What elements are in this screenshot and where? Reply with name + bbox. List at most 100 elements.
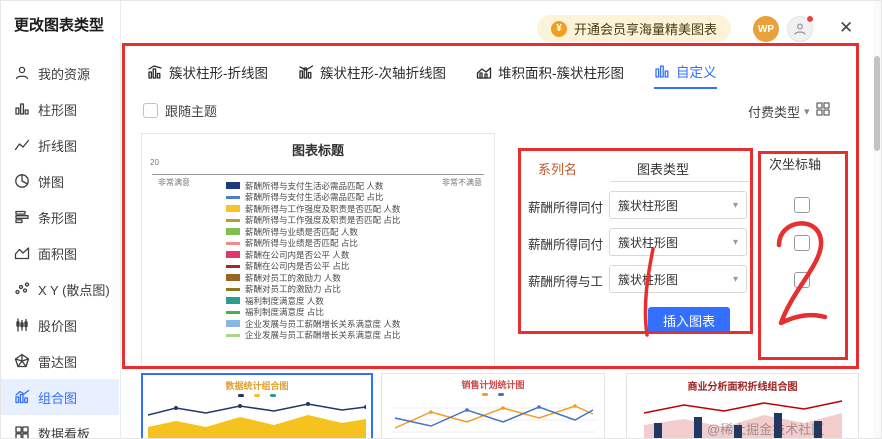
- chart-title: 图表标题: [291, 143, 344, 158]
- chart-preview-card: 图表标题 20 非常满意 非常不满意 薪酬所得与支付生活必需品匹配 人数 薪酬所…: [141, 133, 495, 367]
- sidebar-item-label: 我的资源: [38, 66, 91, 82]
- user-icon: [14, 65, 30, 81]
- chevron-down-icon: ▾: [804, 106, 810, 118]
- thumbnail-legend-dots: [143, 394, 371, 397]
- chart-type-select[interactable]: 簇状柱形图 ▾: [609, 191, 747, 219]
- radar-chart-icon: [14, 353, 30, 369]
- legend-marker: [226, 333, 240, 337]
- legend-item: 薪酬所得与业绩是否匹配 人数: [226, 226, 476, 238]
- legend-marker: [226, 218, 240, 222]
- sidebar-item-area-chart[interactable]: 面积图: [1, 235, 119, 271]
- chart-type-select[interactable]: 簇状柱形图 ▾: [609, 265, 747, 293]
- scrollbar-thumb[interactable]: [874, 56, 880, 151]
- secondary-axis-checkbox[interactable]: [794, 272, 810, 288]
- thumbnail-chart: [148, 402, 366, 438]
- sidebar-item-label: 条形图: [38, 210, 78, 226]
- sidebar-item-label: 柱形图: [38, 102, 78, 118]
- sidebar-item-line-chart[interactable]: 折线图: [1, 127, 119, 163]
- legend-marker: [226, 320, 240, 328]
- bar-chart-icon: [14, 209, 30, 225]
- legend-marker: [226, 205, 240, 213]
- legend-item: 薪酬在公司内是否公平 占比: [226, 261, 476, 273]
- sidebar-item-combo-chart[interactable]: 组合图: [1, 379, 119, 415]
- sidebar-item-radar-chart[interactable]: 雷达图: [1, 343, 119, 379]
- series-name: 薪酬所得与工: [528, 275, 604, 289]
- legend-item: 福利制度满意度 占比: [226, 307, 476, 319]
- sidebar-item-column-chart[interactable]: 柱形图: [1, 91, 119, 127]
- membership-banner[interactable]: ¥ 开通会员享海量精美图表: [537, 15, 732, 42]
- tab-label: 堆积面积-簇状柱形图: [498, 66, 624, 81]
- chart-type-select[interactable]: 簇状柱形图 ▾: [609, 228, 747, 256]
- chart-type-tabs: 簇状柱形-折线图 簇状柱形-次轴折线图 堆积面积-簇状柱形图 自定义: [147, 55, 717, 89]
- template-thumbnail-combo-area[interactable]: 数据统计组合图: [141, 373, 373, 438]
- tab-label: 自定义: [676, 65, 717, 80]
- sidebar-item-dashboard[interactable]: 数据看板: [1, 415, 119, 438]
- thumbnail-title: 销售计划统计图: [461, 380, 525, 390]
- legend-item: 薪酬对员工的激励力 占比: [226, 284, 476, 296]
- legend-item: 薪酬所得与支付生活必需品匹配 占比: [226, 192, 476, 204]
- chevron-down-icon: ▾: [732, 199, 738, 211]
- tab-label: 簇状柱形-次轴折线图: [320, 66, 446, 81]
- legend-marker: [226, 182, 240, 190]
- column-chart-icon: [14, 101, 30, 117]
- secondary-axis-checkbox[interactable]: [794, 235, 810, 251]
- series-name-column-header: 系列名: [538, 162, 578, 177]
- legend-marker: [226, 287, 240, 291]
- legend-marker: [226, 264, 240, 268]
- pay-type-dropdown[interactable]: 付费类型 ▾: [748, 102, 810, 121]
- grid-view-icon[interactable]: [815, 101, 831, 117]
- legend-marker: [226, 310, 240, 314]
- thumbnail-legend-dots: [382, 393, 604, 396]
- insert-chart-button[interactable]: 插入图表: [648, 307, 730, 334]
- sidebar-item-pie-chart[interactable]: 饼图: [1, 163, 119, 199]
- avatar-initials: WP: [757, 23, 775, 35]
- chart-legend: 薪酬所得与支付生活必需品匹配 人数 薪酬所得与支付生活必需品匹配 占比 薪酬所得…: [226, 180, 476, 341]
- legend-item: 薪酬所得与支付生活必需品匹配 人数: [226, 180, 476, 192]
- membership-banner-text: 开通会员享海量精美图表: [574, 22, 718, 37]
- dashboard-icon: [14, 425, 30, 438]
- legend-marker: [226, 195, 240, 199]
- clustered-column-line-icon: [147, 64, 163, 80]
- avatar[interactable]: WP: [753, 16, 779, 42]
- sidebar-item-scatter-chart[interactable]: X Y (散点图): [1, 271, 119, 307]
- sidebar-item-bar-chart[interactable]: 条形图: [1, 199, 119, 235]
- legend-marker: [226, 241, 240, 245]
- follow-theme-checkbox[interactable]: [143, 103, 158, 118]
- sidebar-item-label: 组合图: [38, 390, 78, 406]
- legend-item: 企业发展与员工薪酬增长关系满意度 人数: [226, 318, 476, 330]
- notification-dot: [806, 15, 814, 23]
- series-name: 薪酬所得同付: [528, 201, 604, 215]
- follow-theme-label: 跟随主题: [165, 104, 218, 119]
- stock-chart-icon: [14, 317, 30, 333]
- sidebar-item-label: 饼图: [38, 174, 65, 190]
- combo-chart-icon: [14, 389, 30, 405]
- template-thumbnail-plan-lines[interactable]: 销售计划统计图: [381, 373, 605, 438]
- tab-clustered-column-line[interactable]: 簇状柱形-折线图: [147, 55, 268, 89]
- tab-clustered-column-secondary-line[interactable]: 簇状柱形-次轴折线图: [298, 55, 446, 89]
- pie-chart-icon: [14, 173, 30, 189]
- clustered-column-secondary-line-icon: [298, 64, 314, 80]
- close-icon[interactable]: ✕: [839, 18, 853, 38]
- person-icon: [792, 21, 808, 37]
- tab-label: 簇状柱形-折线图: [169, 66, 268, 81]
- chevron-down-icon: ▾: [732, 236, 738, 248]
- y-axis-tick: 20: [150, 158, 159, 167]
- sidebar-item-label: 雷达图: [38, 354, 78, 370]
- x-axis-line: [152, 174, 484, 175]
- sidebar-item-my-resources[interactable]: 我的资源: [1, 55, 119, 91]
- pay-type-label: 付费类型: [748, 105, 801, 120]
- secondary-axis-checkbox[interactable]: [794, 197, 810, 213]
- follow-theme-option: 跟随主题: [143, 101, 217, 120]
- chart-type-value: 簇状柱形图: [618, 272, 679, 287]
- profile-avatar[interactable]: [787, 15, 814, 42]
- change-chart-type-dialog: 更改图表类型 我的资源 柱形图 折线图 饼图 条形图 面积图 X Y (散点图)…: [0, 0, 882, 439]
- legend-item: 薪酬对员工的激励力 人数: [226, 272, 476, 284]
- sidebar-item-label: 折线图: [38, 138, 78, 154]
- sidebar-item-label: 股价图: [38, 318, 78, 334]
- sidebar-item-stock-chart[interactable]: 股价图: [1, 307, 119, 343]
- tab-custom[interactable]: 自定义: [654, 55, 717, 89]
- legend-item: 薪酬所得与业绩是否匹配 占比: [226, 238, 476, 250]
- tab-stacked-area-clustered-column[interactable]: 堆积面积-簇状柱形图: [476, 55, 624, 89]
- legend-item: 企业发展与员工薪酬增长关系满意度 占比: [226, 330, 476, 342]
- header-divider: [611, 181, 749, 182]
